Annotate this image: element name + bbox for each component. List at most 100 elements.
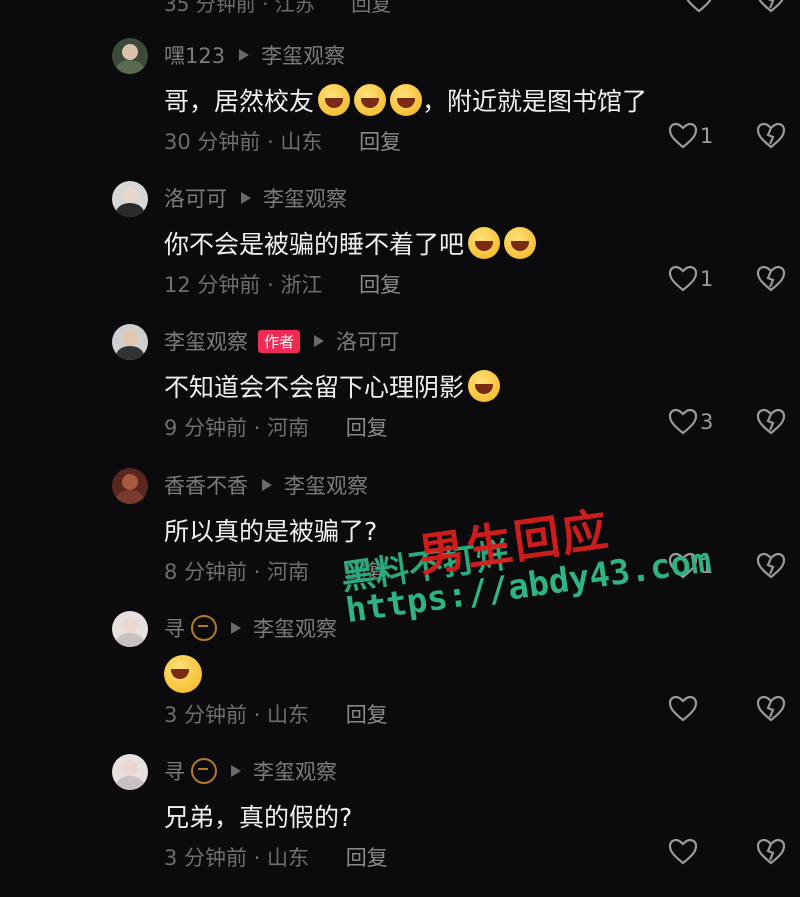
laughing-crying-emoji-icon xyxy=(390,84,423,116)
comment-item: 洛可可 李玺观察 你不会是被骗的睡不着了吧 12 分钟前 · 浙江 回复 1 xyxy=(0,181,800,324)
comment-username[interactable]: 寻 xyxy=(164,613,185,643)
comment-text xyxy=(164,655,202,693)
top-partial-meta: 35 分钟前 · 江苏 回复 xyxy=(164,0,391,17)
comment-text-part1: 所以真的是被骗了? xyxy=(164,517,378,546)
comment-meta: 30 分钟前 · 山东 回复 xyxy=(164,126,401,156)
comment-time-location: 3 分钟前 · 山东 xyxy=(164,846,310,870)
reply-to-username[interactable]: 洛可可 xyxy=(336,326,399,356)
top-partial-dislike-icon[interactable] xyxy=(756,0,786,18)
comment-text-part1: 哥，居然校友 xyxy=(164,87,315,116)
comment-text: 所以真的是被骗了? xyxy=(164,512,377,548)
grinning-sweat-emoji-icon xyxy=(468,227,501,259)
top-partial-reply-button[interactable]: 回复 xyxy=(351,0,391,16)
like-count: 3 xyxy=(700,410,714,434)
comment-item: 嘿123 李玺观察 哥，居然校友 ，附近就是图书馆了 30 分钟前 · 山东 回… xyxy=(0,38,800,181)
comment-text: 兄弟，真的假的? xyxy=(164,798,352,834)
comment-text: 不知道会不会留下心理阴影 xyxy=(164,368,501,404)
smiley-badge-icon xyxy=(191,758,217,784)
grinning-sweat-emoji-icon xyxy=(504,227,537,259)
comment-meta: 9 分钟前 · 河南 回复 xyxy=(164,412,388,442)
laughing-crying-emoji-icon xyxy=(468,370,501,402)
reply-button[interactable]: 回复 xyxy=(359,273,401,297)
reply-to-username[interactable]: 李玺观察 xyxy=(263,183,347,213)
comment-text-part1: 不知道会不会留下心理阴影 xyxy=(164,373,465,402)
comment-header: 寻 李玺观察 xyxy=(164,756,337,786)
flushed-emoji-icon xyxy=(164,655,202,693)
reply-button[interactable]: 回复 xyxy=(346,703,388,727)
heart-icon xyxy=(668,695,698,722)
like-count: 1 xyxy=(700,267,714,291)
reply-arrow-icon xyxy=(239,49,250,61)
comment-meta: 3 分钟前 · 山东 回复 xyxy=(164,842,388,872)
comment-username[interactable]: 香香不香 xyxy=(164,470,248,500)
comment-username[interactable]: 李玺观察 xyxy=(164,326,248,356)
reply-arrow-icon xyxy=(314,335,325,347)
comment-text-part1: 你不会是被骗的睡不着了吧 xyxy=(164,230,465,259)
reply-arrow-icon xyxy=(262,479,272,491)
comment-header: 李玺观察 作者 洛可可 xyxy=(164,326,399,356)
comment-meta: 12 分钟前 · 浙江 回复 xyxy=(164,269,401,299)
comment-text-part2: ，附近就是图书馆了 xyxy=(422,87,648,116)
reply-button[interactable]: 回复 xyxy=(346,560,388,584)
dislike-icon[interactable] xyxy=(756,838,786,870)
reply-to-username[interactable]: 李玺观察 xyxy=(253,756,337,786)
like-button[interactable]: 1 xyxy=(668,552,713,580)
dislike-icon[interactable] xyxy=(756,695,786,727)
comment-username[interactable]: 洛可可 xyxy=(164,183,227,213)
like-button[interactable] xyxy=(668,838,700,866)
avatar[interactable] xyxy=(112,181,148,217)
comment-time-location: 9 分钟前 · 河南 xyxy=(164,416,310,440)
comment-item: 寻 李玺观察 兄弟，真的假的? 3 分钟前 · 山东 回复 xyxy=(0,754,800,897)
avatar[interactable] xyxy=(112,611,148,647)
comment-item: 香香不香 李玺观察 所以真的是被骗了? 8 分钟前 · 河南 回复 1 xyxy=(0,468,800,611)
dislike-icon[interactable] xyxy=(756,552,786,584)
reply-button[interactable]: 回复 xyxy=(359,130,401,154)
dislike-icon[interactable] xyxy=(756,265,786,297)
reply-arrow-icon xyxy=(231,765,241,777)
reply-to-username[interactable]: 李玺观察 xyxy=(284,470,368,500)
heart-icon xyxy=(668,838,698,865)
comment-header: 洛可可 李玺观察 xyxy=(164,183,347,213)
heart-icon xyxy=(668,122,698,149)
comment-header: 香香不香 李玺观察 xyxy=(164,470,368,500)
top-partial-like-icon[interactable] xyxy=(684,0,714,18)
like-button[interactable] xyxy=(668,695,700,723)
heart-icon xyxy=(668,408,698,435)
reply-arrow-icon xyxy=(231,622,241,634)
dislike-icon[interactable] xyxy=(756,122,786,154)
dislike-icon[interactable] xyxy=(756,408,786,440)
reply-arrow-icon xyxy=(241,192,251,204)
avatar[interactable] xyxy=(112,468,148,504)
like-button[interactable]: 1 xyxy=(668,265,713,293)
comment-header: 嘿123 李玺观察 xyxy=(164,40,345,70)
like-button[interactable]: 1 xyxy=(668,122,713,150)
comment-time-location: 12 分钟前 · 浙江 xyxy=(164,273,323,297)
comment-header: 寻 李玺观察 xyxy=(164,613,337,643)
comment-time-location: 30 分钟前 · 山东 xyxy=(164,130,323,154)
comment-time-location: 3 分钟前 · 山东 xyxy=(164,703,310,727)
reply-to-username[interactable]: 李玺观察 xyxy=(253,613,337,643)
comment-username[interactable]: 寻 xyxy=(164,756,185,786)
avatar[interactable] xyxy=(112,754,148,790)
comment-username[interactable]: 嘿123 xyxy=(164,40,225,70)
comment-meta: 3 分钟前 · 山东 回复 xyxy=(164,699,388,729)
comment-meta: 8 分钟前 · 河南 回复 xyxy=(164,556,388,586)
laughing-crying-emoji-icon xyxy=(354,84,387,116)
reply-button[interactable]: 回复 xyxy=(346,846,388,870)
avatar[interactable] xyxy=(112,38,148,74)
avatar[interactable] xyxy=(112,324,148,360)
comment-text: 你不会是被骗的睡不着了吧 xyxy=(164,225,537,261)
comment-text-part1: 兄弟，真的假的? xyxy=(164,803,353,832)
like-button[interactable]: 3 xyxy=(668,408,713,436)
comment-item: 李玺观察 作者 洛可可 不知道会不会留下心理阴影 9 分钟前 · 河南 回复 3 xyxy=(0,324,800,467)
comment-item: 寻 李玺观察 3 分钟前 · 山东 回复 xyxy=(0,611,800,754)
heart-icon xyxy=(668,552,698,579)
smiley-badge-icon xyxy=(191,615,217,641)
comment-time-location: 8 分钟前 · 河南 xyxy=(164,560,310,584)
like-count: 1 xyxy=(700,554,714,578)
reply-button[interactable]: 回复 xyxy=(346,416,388,440)
reply-to-username[interactable]: 李玺观察 xyxy=(261,40,345,70)
top-partial-time: 35 分钟前 · 江苏 xyxy=(164,0,315,16)
heart-icon xyxy=(668,265,698,292)
laughing-crying-emoji-icon xyxy=(318,84,351,116)
